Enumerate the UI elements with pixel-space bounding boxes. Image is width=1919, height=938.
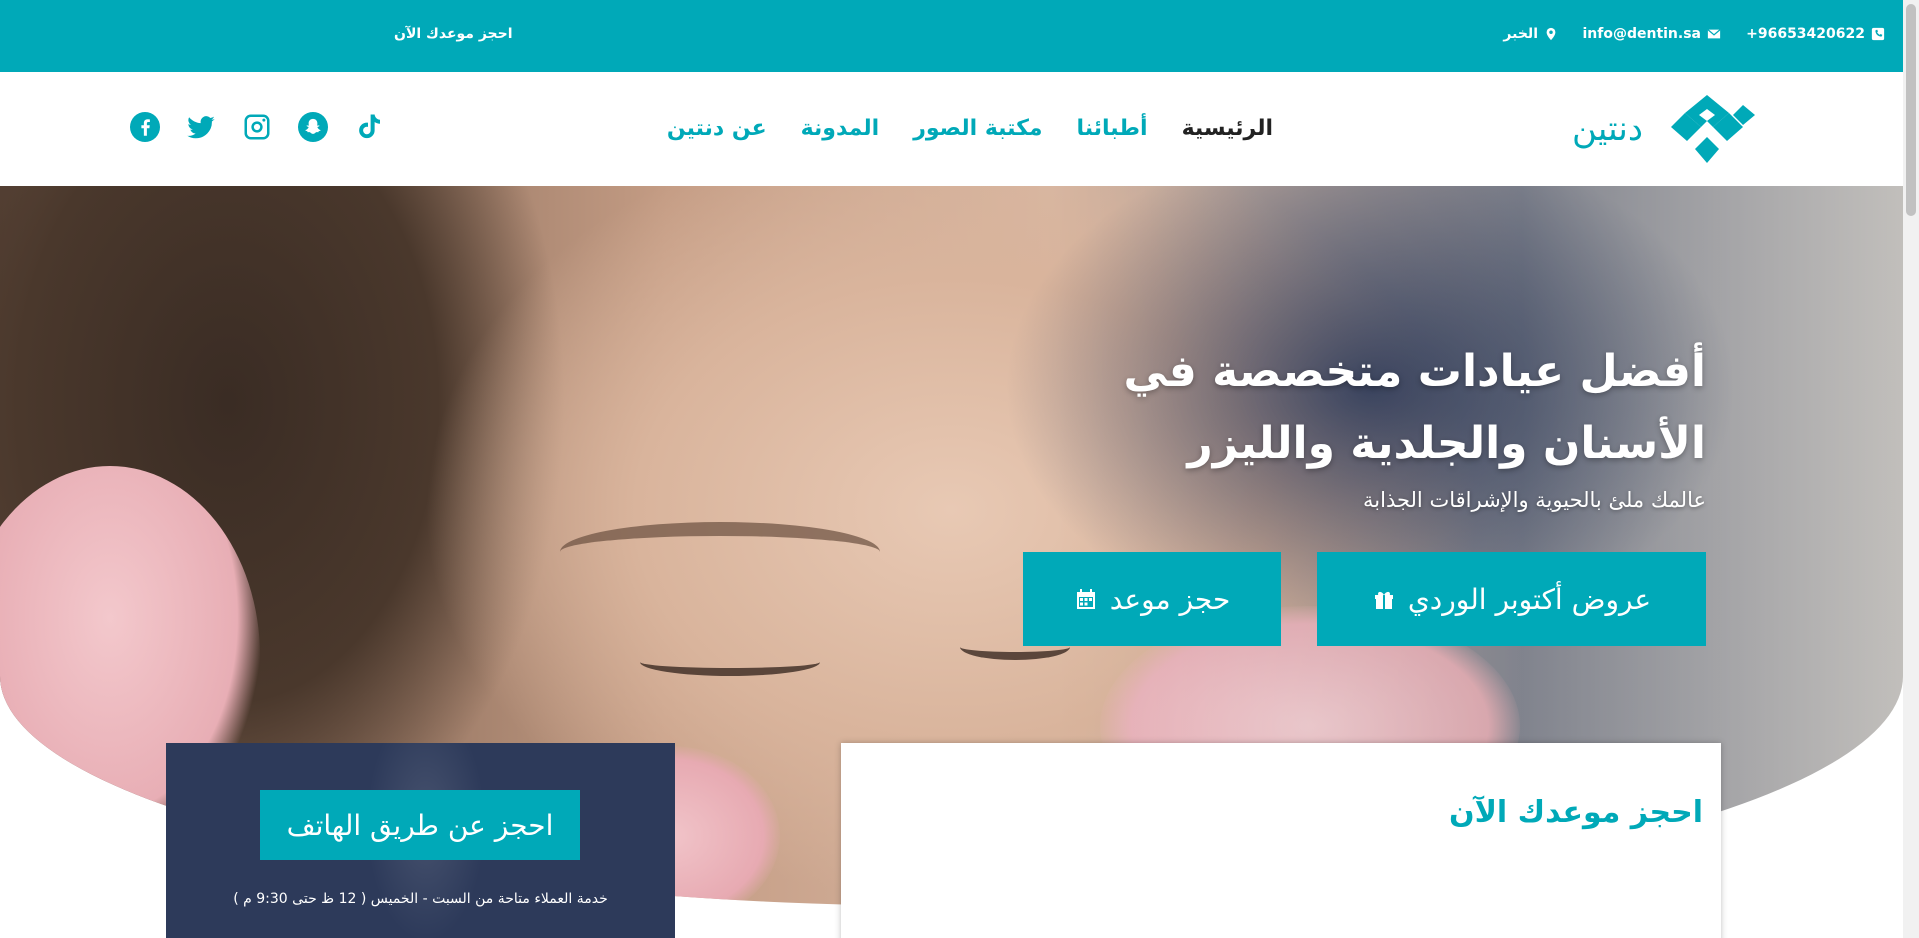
hero-title-line1: أفضل عيادات متخصصة في <box>1123 346 1706 397</box>
hero-title-line2: الأسنان والجلدية والليزر <box>1187 418 1706 469</box>
booking-form-title: احجز موعدك الآن <box>1448 795 1703 830</box>
envelope-icon <box>1707 29 1721 39</box>
phone-icon <box>1871 27 1885 41</box>
nav-home[interactable]: الرئيسية <box>1182 116 1273 141</box>
logo-mark-icon <box>1671 95 1755 163</box>
facebook-icon[interactable] <box>130 112 160 142</box>
topbar-book-link[interactable]: احجز موعدك الآن <box>394 26 513 42</box>
twitter-icon[interactable] <box>186 112 216 142</box>
nav-gallery[interactable]: مكتبة الصور <box>913 116 1042 141</box>
phone-booking-button[interactable]: احجز عن طريق الهاتف <box>260 790 580 860</box>
map-marker-icon <box>1546 27 1556 41</box>
top-bar: +96653420622 info@dentin.sa الخبر احجز م… <box>0 0 1903 72</box>
nav-doctors[interactable]: أطبائنا <box>1077 116 1148 141</box>
gift-icon <box>1374 591 1393 609</box>
site-logo[interactable]: دنتين <box>1541 90 1757 168</box>
phone-booking-card: احجز عن طريق الهاتف خدمة العملاء متاحة م… <box>166 743 675 938</box>
phone-number: +96653420622 <box>1746 26 1865 42</box>
booking-form-card: احجز موعدك الآن <box>841 743 1721 938</box>
city-name: الخبر <box>1503 26 1538 42</box>
hero-section: أفضل عيادات متخصصة في الأسنان والجلدية و… <box>0 186 1903 938</box>
scrollbar-thumb[interactable] <box>1906 4 1916 216</box>
book-appointment-button[interactable]: حجز موعد <box>1023 552 1281 646</box>
social-links <box>130 112 384 142</box>
phone-contact[interactable]: +96653420622 <box>1746 26 1885 42</box>
email-contact[interactable]: info@dentin.sa <box>1582 26 1721 42</box>
calendar-icon <box>1076 589 1095 609</box>
book-button-label: حجز موعد <box>1109 582 1231 616</box>
tiktok-icon[interactable] <box>354 112 384 142</box>
main-nav: الرئيسية أطبائنا مكتبة الصور المدونة عن … <box>667 116 1273 141</box>
customer-service-hours: خدمة العملاء متاحة من السبت - الخميس ( 1… <box>233 891 608 907</box>
snapchat-icon[interactable] <box>298 112 328 142</box>
email-address: info@dentin.sa <box>1582 26 1701 42</box>
logo-text: دنتين <box>1571 109 1643 149</box>
offers-button[interactable]: عروض أكتوبر الوردي <box>1317 552 1706 646</box>
page-scrollbar[interactable] <box>1903 0 1919 938</box>
nav-about[interactable]: عن دنتين <box>667 116 767 141</box>
location-contact[interactable]: الخبر <box>1503 26 1558 42</box>
offers-button-label: عروض أكتوبر الوردي <box>1407 582 1652 616</box>
hero-subtitle: عالمك ملئ بالحيوية والإشراقات الجذابة <box>1363 488 1706 512</box>
nav-blog[interactable]: المدونة <box>801 116 880 141</box>
site-header: دنتين الرئيسية أطبائنا مكتبة الصور المدو… <box>0 72 1903 186</box>
instagram-icon[interactable] <box>242 112 272 142</box>
hero-title: أفضل عيادات متخصصة في الأسنان والجلدية و… <box>1066 336 1706 480</box>
